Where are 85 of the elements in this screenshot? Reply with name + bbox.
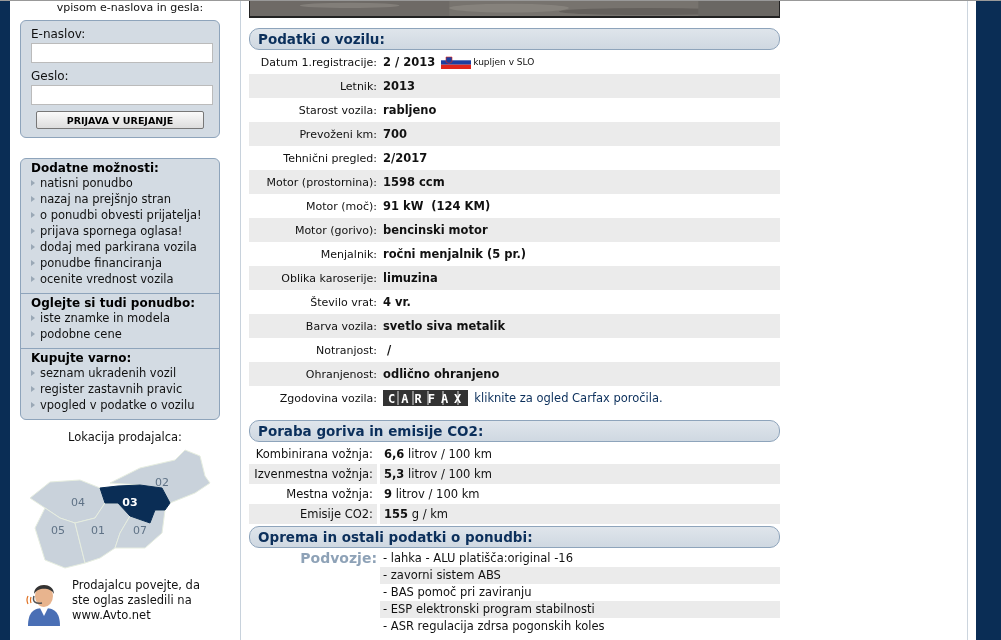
field-value: 2/2017 <box>383 151 428 165</box>
field-label: Datum 1.registracije: <box>259 55 377 69</box>
bullet-icon <box>31 370 35 376</box>
password-label: Geslo: <box>31 69 70 83</box>
field-label: Tehnični pregled: <box>282 151 377 165</box>
field-value: 5,3 litrov / 100 km <box>380 464 780 484</box>
field-value: 1598 ccm <box>383 175 445 189</box>
purchase-note: kupljen v SLO <box>473 57 535 67</box>
contact-note: Prodajalcu povejte, da ste oglas zasledili na www.Avto.net <box>72 578 201 623</box>
menu-link[interactable]: ponudbe financiranja <box>40 256 162 270</box>
section-header: Podatki o vozilu: <box>249 28 780 50</box>
field-value: odlično ohranjeno <box>383 367 500 381</box>
field-label: Menjalnik: <box>319 247 377 261</box>
field-label: Število vrat: <box>309 295 377 309</box>
menu-link[interactable]: dodaj med parkirana vozila <box>40 240 197 254</box>
carfax-logo[interactable]: CARFAX <box>383 390 469 406</box>
bullet-icon <box>31 331 35 337</box>
menu-link[interactable]: natisni ponudbo <box>40 176 133 190</box>
field-value: 91 kW (124 KM) <box>383 199 491 213</box>
bullet-icon <box>31 315 35 321</box>
bullet-icon <box>31 196 35 202</box>
section-header: Oprema in ostali podatki o ponudbi: <box>249 526 780 548</box>
menu-heading: Kupujte varno: <box>31 351 133 365</box>
field-label: Prevoženi km: <box>298 127 377 141</box>
section-header: Poraba goriva in emisije CO2: <box>249 420 780 442</box>
field-label: Notranjost: <box>314 343 377 357</box>
carfax-link[interactable]: kliknite za ogled Carfax poročila. <box>474 391 663 405</box>
field-value: / <box>386 343 392 357</box>
field-label: Oblika karoserije: <box>280 271 377 285</box>
login-button[interactable]: PRIJAVA V UREJANJE <box>36 111 204 129</box>
bullet-icon <box>31 212 35 218</box>
menu-link[interactable]: iste znamke in modela <box>40 311 170 325</box>
menu-link[interactable]: register zastavnih pravic <box>40 382 183 396</box>
menu-link[interactable]: prijava spornega oglasa! <box>40 224 183 238</box>
region-label: 01 <box>91 524 105 537</box>
menu-link[interactable]: o ponudbi obvesti prijatelja! <box>40 208 202 222</box>
field-value: 4 vr. <box>383 295 411 309</box>
field-label: Emisije CO2: <box>249 504 377 524</box>
menu-link[interactable]: ocenite vrednost vozila <box>40 272 174 286</box>
field-label: Motor (gorivo): <box>293 223 377 237</box>
map-region[interactable] <box>99 484 171 524</box>
field-value: svetlo siva metalik <box>383 319 506 333</box>
field-label: Letnik: <box>338 79 377 93</box>
field-label: Starost vozila: <box>297 103 377 117</box>
menu-heading: Dodatne možnosti: <box>31 161 160 175</box>
field-value: ročni menjalnik (5 pr.) <box>383 247 527 261</box>
field-label: Motor (prostornina): <box>265 175 377 189</box>
menu-link[interactable]: podobne cene <box>40 327 122 341</box>
field-label: Izvenmestna vožnja: <box>249 464 377 484</box>
region-label: 02 <box>155 476 169 489</box>
menu-heading: Oglejte si tudi ponudbo: <box>31 296 196 310</box>
region-label: 04 <box>71 496 85 509</box>
field-value: 2013 <box>383 79 415 93</box>
field-value: 155 g / km <box>380 504 780 524</box>
field-label: Zgodovina vozila: <box>278 391 377 405</box>
region-label: 05 <box>51 524 65 537</box>
bullet-icon <box>31 180 35 186</box>
menu-link[interactable]: nazaj na prejšnjo stran <box>40 192 172 206</box>
bullet-icon <box>31 276 35 282</box>
bullet-icon <box>31 260 35 266</box>
location-title: Lokacija prodajalca: <box>68 430 182 444</box>
menu-link[interactable]: vpogled v podatke o vozilu <box>40 398 195 412</box>
bullet-icon <box>31 228 35 234</box>
field-value: 2 / 2013 <box>383 55 436 69</box>
region-label: 03 <box>122 496 138 509</box>
field-value: bencinski motor <box>383 223 488 237</box>
equipment-item: - ESP elektronski program stabilnosti <box>380 601 780 618</box>
field-label: Ohranjenost: <box>304 367 377 381</box>
email-field[interactable] <box>31 43 213 63</box>
bullet-icon <box>31 244 35 250</box>
field-value: 700 <box>383 127 407 141</box>
field-value: limuzina <box>383 271 438 285</box>
email-label: E-naslov: <box>31 27 87 41</box>
region-label: 07 <box>133 524 147 537</box>
field-label: Barva vozila: <box>304 319 377 333</box>
password-field[interactable] <box>31 85 213 105</box>
bullet-icon <box>31 386 35 392</box>
bullet-icon <box>31 402 35 408</box>
field-label: Motor (moč): <box>304 199 377 213</box>
field-value: rabljeno <box>383 103 437 117</box>
group-label: Podvozje: <box>299 550 377 568</box>
equipment-item: - zavorni sistem ABS <box>380 567 780 584</box>
login-hint: vpisom e-naslova in gesla: <box>55 1 205 14</box>
flag-icon <box>441 55 472 69</box>
menu-link[interactable]: seznam ukradenih vozil <box>40 366 177 380</box>
